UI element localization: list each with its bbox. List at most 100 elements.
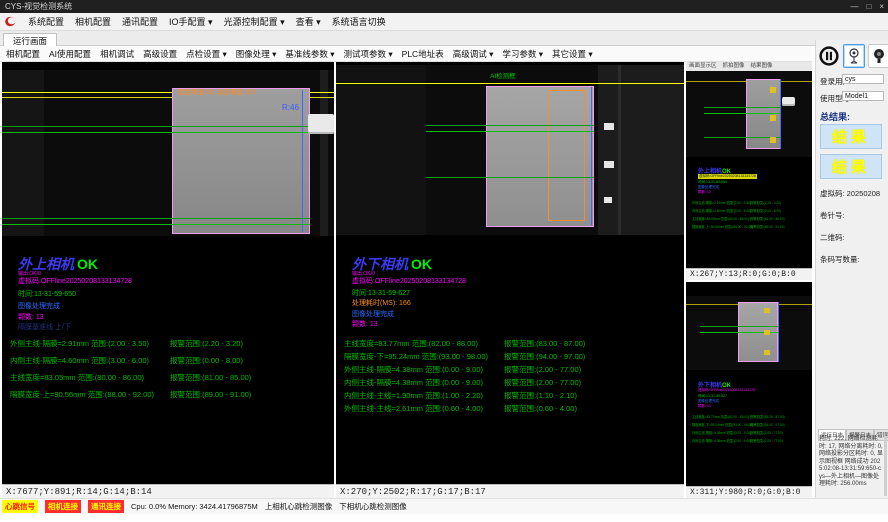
alarm-range: 报警范围:(83.00 - 87.00) (504, 338, 585, 349)
green-measure-line (426, 131, 594, 132)
blue-edge-line (780, 79, 781, 149)
threshold-overlay-text: 固定阈值:93, 动态阈值:100 (178, 89, 255, 96)
green-measure-line (426, 125, 594, 126)
small-header-display[interactable]: 画面显示区 (689, 62, 717, 71)
mini-measure-row: 隔膜宽度-下=95.24mm 范围:(93.00 - 98.00)报警范围:(9… (692, 422, 753, 427)
green-measure-line (704, 107, 781, 108)
measure-row: 外侧主线-隔膜=4.38mm 范围:(0.00 - 9.00)报警范围:(2.0… (344, 364, 664, 375)
camera-icon (873, 48, 885, 64)
measure-row: 主线宽度=83.77mm 范围:(82.00 - 88.00) 报警范围:(83.… (344, 338, 664, 349)
mid-count-line: 颗数: 13 (352, 321, 378, 329)
mini-measure-row: 内侧主线-隔膜=4.60mm 范围:(3.00 - 6.00)报警范围:(0.0… (692, 208, 751, 213)
camera-view-button-selected[interactable] (843, 44, 865, 68)
green-measure-line (2, 126, 310, 127)
left-camera-ok: OK (77, 256, 98, 272)
alarm-range: 报警范围:(94.00 - 97.00) (750, 422, 785, 427)
needle-number-label: 卷针号: (820, 210, 845, 221)
small-view-header: 画面显示区 抓拍图像 结果图像 (686, 62, 812, 71)
measure-text: 外侧主线-隔膜=4.38mm 范围:(0.00 - 9.00) (344, 365, 483, 374)
tool-plc-address[interactable]: PLC地址表 (402, 48, 444, 60)
menu-item-view[interactable]: 查看 ▾ (296, 15, 321, 28)
close-button[interactable]: × (879, 0, 884, 13)
green-measure-line (2, 132, 310, 133)
camera-connection-badge: 相机连接 (45, 500, 81, 513)
menu-item-language-switch[interactable]: 系统语言切换 (332, 15, 386, 28)
cpu-memory-text: Cpu: 0.0% Memory: 3424.41796875M (131, 502, 258, 511)
mid-cursor-coordinates: X:270;Y:2502;R:17;G:17;B:17 (336, 484, 684, 498)
measure-text: 主线宽度=83.77mm 范围:(82.00 - 88.00) (344, 339, 478, 348)
upper-camera-heartbeat-link[interactable]: 上相机心跳检测图像 (265, 501, 333, 512)
tool-advanced-settings[interactable]: 高级设置 (143, 48, 177, 60)
tool-image-processing[interactable]: 图像处理 ▾ (236, 48, 277, 60)
tool-baseline-params[interactable]: 基准线参数 ▾ (285, 48, 334, 60)
tool-spot-check[interactable]: 点检设置 ▾ (186, 48, 227, 60)
left-camera-image[interactable]: 固定阈值:93, 动态阈值:100 R:46 (2, 70, 334, 236)
minimize-button[interactable]: — (850, 0, 858, 13)
tool-ai-config[interactable]: AI使用配置 (49, 48, 91, 60)
measure-row: 内侧主线-隔膜=4.38mm 范围:(0.00 - 9.00)报警范围:(2.0… (344, 377, 664, 388)
small-bottom-cursor-coordinates: X:311;Y:980;R:0;G:0;B:0 (686, 486, 812, 498)
measure-row: 主线宽度=83.05mm 范围:(80.00 - 86.00)报警范围:(81.… (10, 372, 330, 383)
yellow-marker (764, 330, 770, 335)
heartbeat-status-badge: 心跳信号 (2, 500, 38, 513)
yellow-reference-line (336, 83, 684, 84)
left-camera-view: 固定阈值:93, 动态阈值:100 R:46 外上相机OK 输出:OK/0 虚拟… (2, 62, 334, 498)
camera-view-button[interactable] (868, 44, 888, 68)
measure-text: 隔膜宽度-下=95.24mm 范围:(93.00 - 98.00) (692, 423, 753, 427)
camera-on-stand-icon (848, 48, 860, 64)
alarm-range: 报警范围:(0.60 - 4.00) (504, 403, 577, 414)
measure-row: 内侧主线-隔膜=4.60mm 范围:(3.00 - 6.00)报警范围:(0.0… (10, 355, 330, 366)
alarm-range: 报警范围:(2.00 - 77.00) (750, 438, 783, 443)
menu-item-system-config[interactable]: 系统配置 (28, 15, 64, 28)
tool-other-settings[interactable]: 其它设置 ▾ (552, 48, 593, 60)
menu-item-camera-config[interactable]: 相机配置 (75, 15, 111, 28)
alarm-range: 报警范围:(2.20 - 3.20) (170, 338, 243, 349)
result-box-bottom: 结果 (820, 154, 882, 179)
menu-bar: 系统配置 相机配置 通讯配置 IO手配置 ▾ 光源控制配置 ▾ 查看 ▾ 系统语… (0, 13, 888, 31)
measure-text: 内侧主线-隔膜=4.60mm 范围:(3.00 - 6.00) (692, 209, 751, 213)
tool-learning-params[interactable]: 学习参数 ▾ (502, 48, 543, 60)
login-user-field[interactable]: cys (842, 74, 884, 84)
mini-measure-row: 主线宽度=83.77mm 范围:(82.00 - 88.00)报警范围:(83.… (692, 414, 749, 419)
menu-item-comm-config[interactable]: 通讯配置 (122, 15, 158, 28)
left-time-line: 时间:13-31-59-650 (18, 291, 76, 299)
mid-elapsed-line: 处理耗时(MS): 166 (352, 300, 411, 308)
yellow-marker (764, 350, 770, 355)
green-measure-line (426, 177, 594, 178)
small-bottom-barcode: 虚拟码:OFFline20250208133134728 (698, 388, 755, 393)
small-top-image[interactable] (686, 71, 812, 157)
app-window: CYS-视觉检测系统 — □ × 系统配置 相机配置 通讯配置 IO手配置 ▾ … (0, 0, 888, 522)
small-top-count: 颗数: 13 (698, 190, 711, 195)
measure-text: 隔膜宽度-上=90.56mm 范围:(88.00 - 92.00) (692, 225, 753, 229)
log-scrollbar[interactable] (884, 436, 887, 496)
measure-text: 内侧主线-隔膜=4.38mm 范围:(0.00 - 9.00) (692, 439, 751, 443)
title-bar: CYS-视觉检测系统 — □ × (0, 0, 888, 13)
small-top-done: 图像处理完成 (698, 185, 719, 190)
machine-band (320, 70, 328, 236)
lower-camera-heartbeat-link[interactable]: 下相机心跳检测图像 (339, 501, 407, 512)
maximize-button[interactable]: □ (866, 0, 871, 13)
alarm-range: 报警范围:(81.00 - 85.00) (750, 216, 785, 221)
tool-camera-config[interactable]: 相机配置 (6, 48, 40, 60)
small-top-cursor-coordinates: X:267;Y:13;R:0;G:0;B:0 (686, 268, 812, 280)
yellow-marker (770, 115, 776, 121)
small-bottom-image[interactable] (686, 296, 812, 370)
small-bottom-done: 图像处理完成 (698, 399, 719, 404)
tool-test-params[interactable]: 测试项参数 ▾ (344, 48, 393, 60)
tool-advanced-debug[interactable]: 高级调试 ▾ (453, 48, 494, 60)
menu-item-light-config[interactable]: 光源控制配置 ▾ (224, 15, 285, 28)
yellow-marker (770, 87, 776, 93)
small-header-result[interactable]: 结果图像 (751, 62, 773, 71)
mid-output-line: 输出:OK/0 (352, 270, 375, 278)
small-header-capture[interactable]: 抓拍图像 (723, 62, 745, 71)
menu-item-io-config[interactable]: IO手配置 ▾ (169, 15, 213, 28)
measure-text: 内侧主线-主线=1.90mm 范围:(1.00 - 2.20) (344, 391, 483, 400)
pause-button[interactable] (818, 44, 840, 68)
qrcode-label: 二维码: (820, 232, 845, 243)
model-field[interactable]: Model1 (842, 91, 884, 101)
measure-row: 外侧主线-主线=2.61mm 范围:(0.60 - 4.00)报警范围:(0.6… (344, 403, 664, 414)
bright-spot (604, 197, 612, 203)
machine-edge (618, 65, 621, 235)
mid-camera-image[interactable]: AI检测框 (336, 65, 684, 235)
tool-camera-debug[interactable]: 相机调试 (100, 48, 134, 60)
